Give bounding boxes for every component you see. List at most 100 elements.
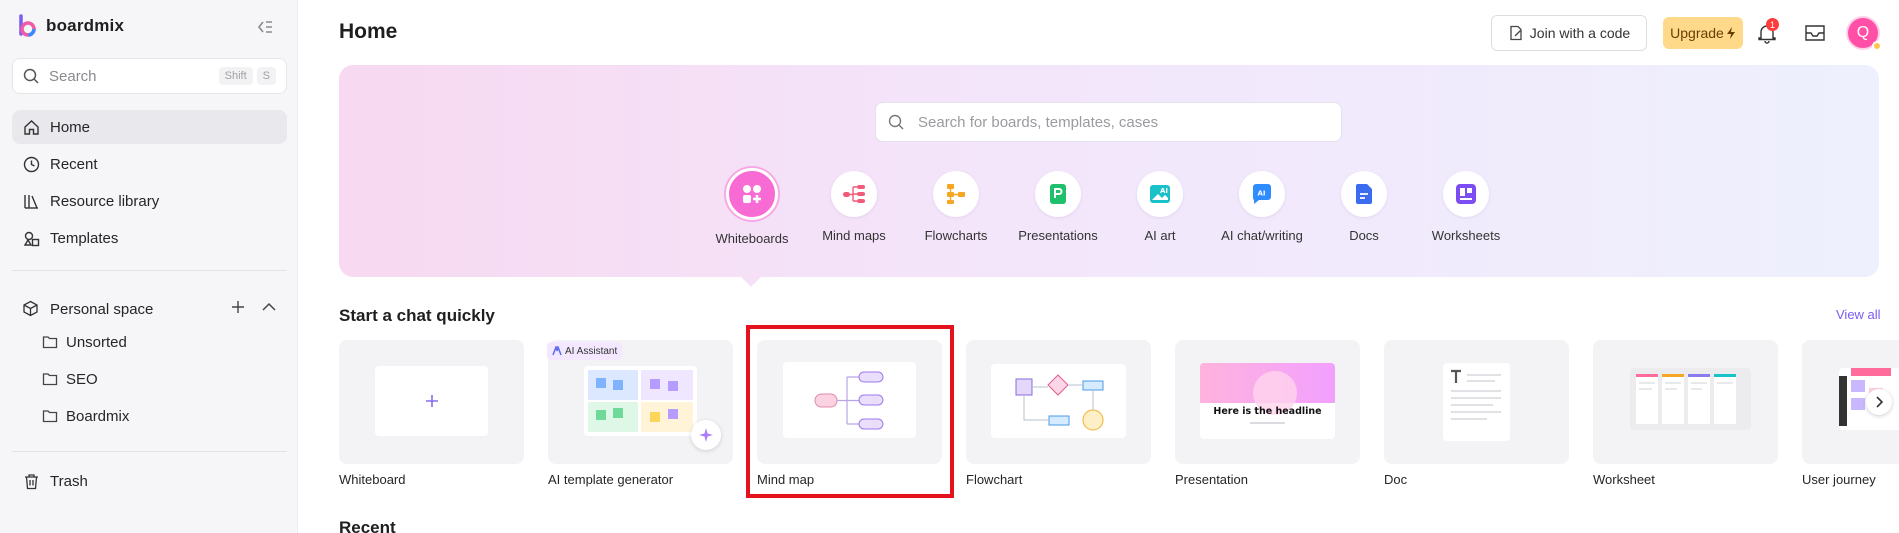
category-worksheets[interactable]: Worksheets	[1411, 171, 1521, 243]
template-card-whiteboard[interactable]: Whiteboard	[339, 340, 524, 487]
brand-name: boardmix	[46, 16, 125, 35]
folder-icon	[42, 408, 58, 424]
card-label: User journey	[1802, 472, 1876, 487]
flowcharts-icon	[933, 171, 979, 217]
sidebar-item-label: Trash	[50, 472, 88, 490]
join-code-icon	[1510, 25, 1522, 41]
trash-icon	[22, 472, 40, 490]
hero-search-input[interactable]: Search for boards, templates, cases	[875, 102, 1342, 142]
card-label: Presentation	[1175, 472, 1248, 487]
plus-icon	[425, 395, 438, 407]
category-flowcharts[interactable]: Flowcharts	[901, 171, 1011, 243]
template-card-worksheet[interactable]: Worksheet	[1593, 340, 1778, 487]
card-label: Flowchart	[966, 472, 1023, 487]
join-with-code-button[interactable]: Join with a code	[1491, 15, 1647, 51]
category-label: Worksheets	[1431, 228, 1501, 243]
category-whiteboards[interactable]: Whiteboards	[697, 168, 807, 246]
category-label: Flowcharts	[924, 228, 988, 243]
template-card-ai-template-generator[interactable]: AI template generator	[548, 340, 733, 487]
category-docs[interactable]: Docs	[1309, 171, 1419, 243]
category-mind-maps[interactable]: Mind maps	[799, 171, 909, 243]
template-card-doc[interactable]: Doc	[1384, 340, 1569, 487]
folder-icon	[42, 371, 58, 387]
docs-icon	[1341, 171, 1387, 217]
carousel-next-button[interactable]	[1866, 389, 1892, 415]
upgrade-label: Upgrade	[1670, 25, 1724, 41]
hero-search-placeholder: Search for boards, templates, cases	[918, 113, 1159, 131]
ai-assistant-icon	[552, 346, 562, 356]
card-label: Doc	[1384, 472, 1408, 487]
sidebar-item-resource-library[interactable]: Resource library	[12, 184, 287, 218]
chevron-right-icon	[1876, 396, 1884, 408]
templates-icon	[22, 229, 40, 247]
brand[interactable]: boardmix	[18, 14, 124, 38]
sidebar-search[interactable]: Search Shift S	[12, 58, 287, 94]
add-icon[interactable]	[231, 300, 245, 314]
flowchart-preview	[1015, 374, 1104, 431]
card-thumbnail: Here is the headline	[1175, 340, 1360, 464]
category-presentations[interactable]: Presentations	[1003, 171, 1113, 243]
category-ai-art[interactable]: AI AI art	[1105, 171, 1215, 243]
notification-badge: 1	[1766, 18, 1779, 31]
sidebar-divider	[12, 270, 287, 271]
presentation-headline: Here is the headline	[1213, 406, 1322, 417]
ai-assistant-label: AI Assistant	[565, 345, 618, 357]
category-ai-chat-writing[interactable]: AI AI chat/writing	[1207, 171, 1317, 243]
category-label: Docs	[1349, 228, 1379, 243]
folder-seo[interactable]: SEO	[42, 364, 98, 394]
card-label: Whiteboard	[339, 472, 406, 487]
folder-unsorted[interactable]: Unsorted	[42, 327, 127, 357]
join-with-code-label: Join with a code	[1529, 25, 1631, 41]
card-thumbnail	[1384, 340, 1569, 464]
view-all-link[interactable]: View all	[1836, 307, 1881, 322]
worksheets-icon	[1443, 171, 1489, 217]
folder-icon	[42, 334, 58, 350]
sidebar-divider	[12, 451, 287, 452]
folder-boardmix[interactable]: Boardmix	[42, 401, 129, 431]
category-label: Mind maps	[822, 228, 886, 243]
category-label: Whiteboards	[715, 231, 789, 246]
chevron-up-icon[interactable]	[261, 300, 277, 314]
cube-icon	[22, 300, 40, 318]
presentation-preview	[1200, 363, 1335, 424]
folder-label: SEO	[66, 370, 98, 388]
sidebar-item-recent[interactable]: Recent	[12, 147, 287, 181]
selection-highlight	[746, 325, 954, 498]
app-root: boardmix Search Shift S Home Recent Reso…	[0, 0, 1899, 533]
card-thumbnail	[966, 340, 1151, 464]
card-thumbnail	[339, 340, 524, 464]
sidebar-item-templates[interactable]: Templates	[12, 221, 287, 255]
home-icon	[22, 118, 40, 136]
sidebar-item-label: Recent	[50, 155, 98, 173]
inbox-icon[interactable]	[1804, 23, 1826, 43]
clock-icon	[22, 155, 40, 173]
section-title-quick-start: Start a chat quickly	[339, 306, 495, 325]
category-label: AI art	[1144, 228, 1176, 243]
worksheet-preview	[1636, 374, 1736, 424]
sidebar-search-placeholder: Search	[49, 67, 97, 85]
template-card-presentation[interactable]: Here is the headline Presentation	[1175, 340, 1360, 487]
folder-label: Boardmix	[66, 407, 130, 425]
sparkle-icon[interactable]	[691, 420, 721, 450]
template-card-flowchart[interactable]: Flowchart	[966, 340, 1151, 487]
boardmix-logo-icon	[19, 14, 36, 37]
folder-label: Unsorted	[66, 333, 127, 351]
sidebar-item-label: Home	[50, 118, 91, 136]
personal-space-header[interactable]: Personal space	[12, 292, 287, 326]
sidebar-item-trash[interactable]: Trash	[12, 464, 287, 498]
collapse-sidebar-icon[interactable]	[255, 17, 275, 37]
ai-chat-icon: AI	[1239, 171, 1285, 217]
search-icon	[23, 68, 39, 84]
ai-assistant-badge: AI Assistant	[547, 342, 623, 360]
library-icon	[22, 192, 40, 210]
card-thumbnail	[1593, 340, 1778, 464]
search-icon	[888, 114, 904, 130]
doc-preview	[1451, 369, 1501, 420]
sidebar-item-label: Resource library	[50, 192, 160, 210]
avatar-status-dot	[1872, 41, 1882, 51]
category-label: AI chat/writing	[1221, 228, 1303, 243]
sidebar-item-home[interactable]: Home	[12, 110, 287, 144]
section-title-recent: Recent	[339, 518, 396, 533]
upgrade-button[interactable]: Upgrade	[1663, 17, 1743, 49]
whiteboards-icon	[726, 168, 778, 220]
